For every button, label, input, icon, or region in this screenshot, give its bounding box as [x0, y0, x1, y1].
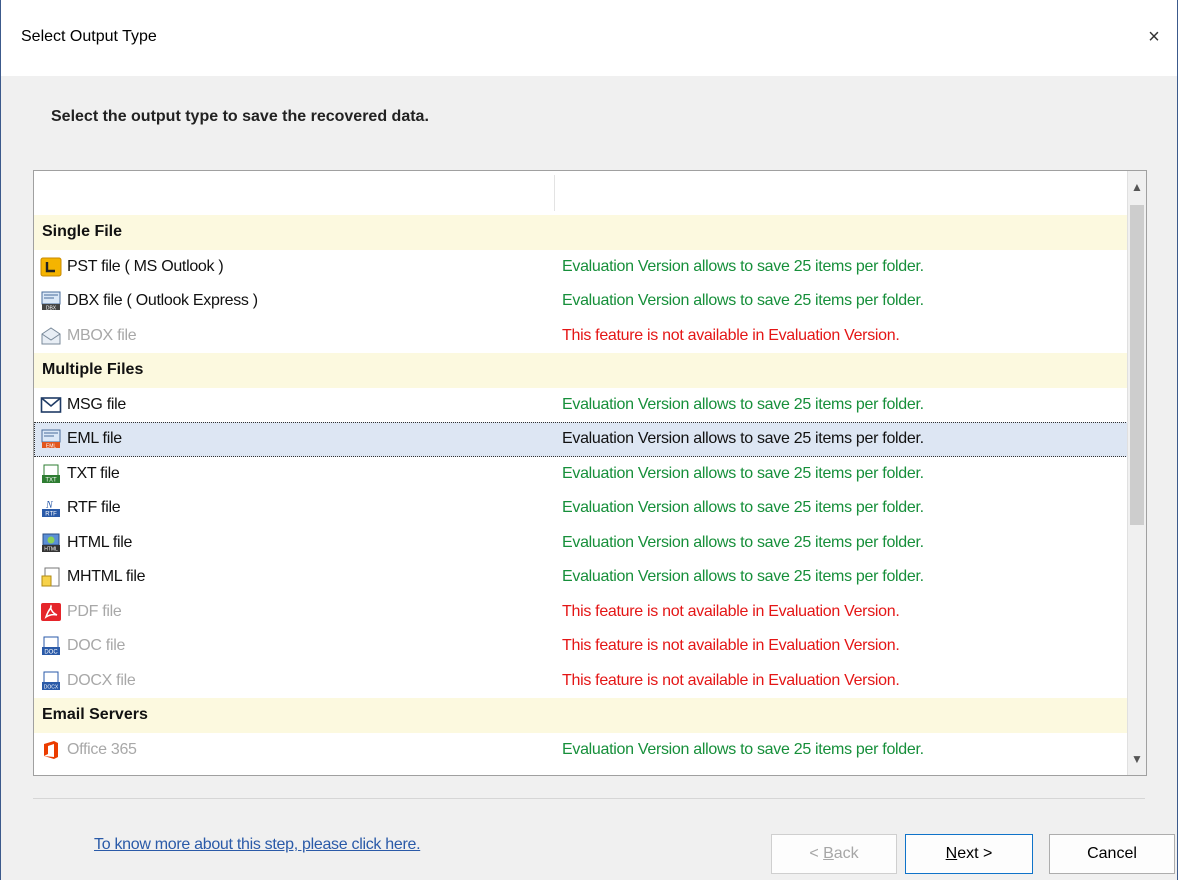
- svg-text:RTF: RTF: [45, 512, 57, 518]
- availability-status: Evaluation Version allows to save 25 ite…: [562, 464, 924, 482]
- output-type-label: TXT file: [67, 464, 120, 482]
- output-type-row[interactable]: MHTML file Evaluation Version allows to …: [34, 560, 1130, 595]
- availability-status: This feature is not available in Evaluat…: [562, 602, 900, 620]
- window-title: Select Output Type: [21, 28, 157, 45]
- output-type-row[interactable]: MBOX file This feature is not available …: [34, 319, 1130, 354]
- svg-text:DOCX: DOCX: [44, 684, 59, 690]
- column-divider[interactable]: [554, 175, 555, 211]
- dbx-icon: DBX: [40, 291, 62, 311]
- pst-icon: [40, 257, 62, 277]
- output-type-label: Office 365: [67, 740, 137, 758]
- output-type-label: PST file ( MS Outlook ): [67, 257, 224, 275]
- svg-text:TXT: TXT: [45, 477, 57, 483]
- availability-status: Evaluation Version allows to save 25 ite…: [562, 430, 924, 447]
- help-link[interactable]: To know more about this step, please cli…: [94, 836, 421, 854]
- scroll-up-icon[interactable]: ▲: [1128, 171, 1146, 203]
- scroll-down-icon[interactable]: ▼: [1128, 743, 1146, 775]
- output-type-label: MHTML file: [67, 568, 146, 585]
- msg-icon: [40, 395, 62, 415]
- pdf-icon: [40, 602, 62, 622]
- output-type-list[interactable]: Single File PST file ( MS Outlook ) Eval…: [33, 170, 1147, 776]
- availability-status: Evaluation Version allows to save 25 ite…: [562, 568, 924, 585]
- output-type-row[interactable]: TXT TXT file Evaluation Version allows t…: [34, 457, 1130, 492]
- output-type-row[interactable]: EML EML file Evaluation Version allows t…: [34, 422, 1130, 457]
- docx-icon: DOCX: [40, 671, 62, 691]
- output-type-row[interactable]: DOCX DOCX file This feature is not avail…: [34, 664, 1130, 699]
- mhtml-icon: [40, 567, 62, 587]
- output-type-label: EML file: [67, 430, 122, 447]
- back-button[interactable]: < Back: [771, 834, 897, 874]
- eml-icon: EML: [40, 429, 62, 449]
- output-type-row[interactable]: MSG file Evaluation Version allows to sa…: [34, 388, 1130, 423]
- output-type-row[interactable]: HTML HTML file Evaluation Version allows…: [34, 526, 1130, 561]
- group-label: Single File: [42, 223, 123, 240]
- title-bar: Select Output Type ×: [1, 0, 1177, 76]
- availability-status: Evaluation Version allows to save 25 ite…: [562, 292, 924, 309]
- output-type-label: RTF file: [67, 499, 121, 516]
- svg-text:EML: EML: [46, 443, 57, 449]
- output-type-row[interactable]: DBX DBX file ( Outlook Express ) Evaluat…: [34, 284, 1130, 319]
- availability-status: This feature is not available in Evaluat…: [562, 637, 900, 654]
- output-type-row[interactable]: PST file ( MS Outlook ) Evaluation Versi…: [34, 250, 1130, 285]
- availability-status: Evaluation Version allows to save 25 ite…: [562, 499, 924, 516]
- group-header: Email Servers: [34, 698, 1130, 733]
- group-header: Single File: [34, 215, 1130, 250]
- instruction-text: Select the output type to save the recov…: [51, 108, 429, 125]
- availability-status: Evaluation Version allows to save 25 ite…: [562, 533, 924, 551]
- output-type-label: MBOX file: [67, 326, 137, 344]
- group-label: Email Servers: [42, 706, 148, 723]
- scrollbar-thumb[interactable]: [1130, 205, 1144, 525]
- list-header: [34, 171, 1130, 216]
- output-type-label: MSG file: [67, 395, 126, 413]
- mbox-icon: [40, 326, 62, 346]
- vertical-scrollbar[interactable]: ▲ ▼: [1127, 171, 1146, 775]
- office365-icon: [40, 740, 62, 760]
- svg-text:DOC: DOC: [44, 650, 58, 656]
- group-header: Multiple Files: [34, 353, 1130, 388]
- output-type-label: DBX file ( Outlook Express ): [67, 292, 258, 309]
- txt-icon: TXT: [40, 464, 62, 484]
- availability-status: Evaluation Version allows to save 25 ite…: [562, 740, 924, 758]
- close-icon[interactable]: ×: [1139, 22, 1169, 52]
- svg-text:HTML: HTML: [44, 546, 58, 552]
- select-output-type-dialog: Select Output Type × Select the output t…: [0, 0, 1178, 880]
- availability-status: Evaluation Version allows to save 25 ite…: [562, 395, 924, 413]
- doc-icon: DOC: [40, 636, 62, 656]
- list-rows: Single File PST file ( MS Outlook ) Eval…: [34, 215, 1130, 767]
- availability-status: This feature is not available in Evaluat…: [562, 326, 900, 344]
- output-type-label: PDF file: [67, 602, 122, 620]
- cancel-button[interactable]: Cancel: [1049, 834, 1175, 874]
- output-type-row[interactable]: DOC DOC file This feature is not availab…: [34, 629, 1130, 664]
- output-type-row[interactable]: PDF file This feature is not available i…: [34, 595, 1130, 630]
- html-icon: HTML: [40, 533, 62, 553]
- output-type-label: DOCX file: [67, 671, 136, 689]
- availability-status: Evaluation Version allows to save 25 ite…: [562, 257, 924, 275]
- output-type-row[interactable]: N RTF RTF file Evaluation Version allows …: [34, 491, 1130, 526]
- output-type-label: HTML file: [67, 533, 133, 551]
- output-type-row[interactable]: Office 365 Evaluation Version allows to …: [34, 733, 1130, 768]
- availability-status: This feature is not available in Evaluat…: [562, 671, 900, 689]
- rtf-icon: N RTF: [40, 498, 62, 518]
- footer-separator: [33, 798, 1145, 799]
- group-label: Multiple Files: [42, 361, 144, 378]
- output-type-label: DOC file: [67, 637, 126, 654]
- next-button[interactable]: Next >: [905, 834, 1033, 874]
- svg-text:DBX: DBX: [46, 305, 57, 311]
